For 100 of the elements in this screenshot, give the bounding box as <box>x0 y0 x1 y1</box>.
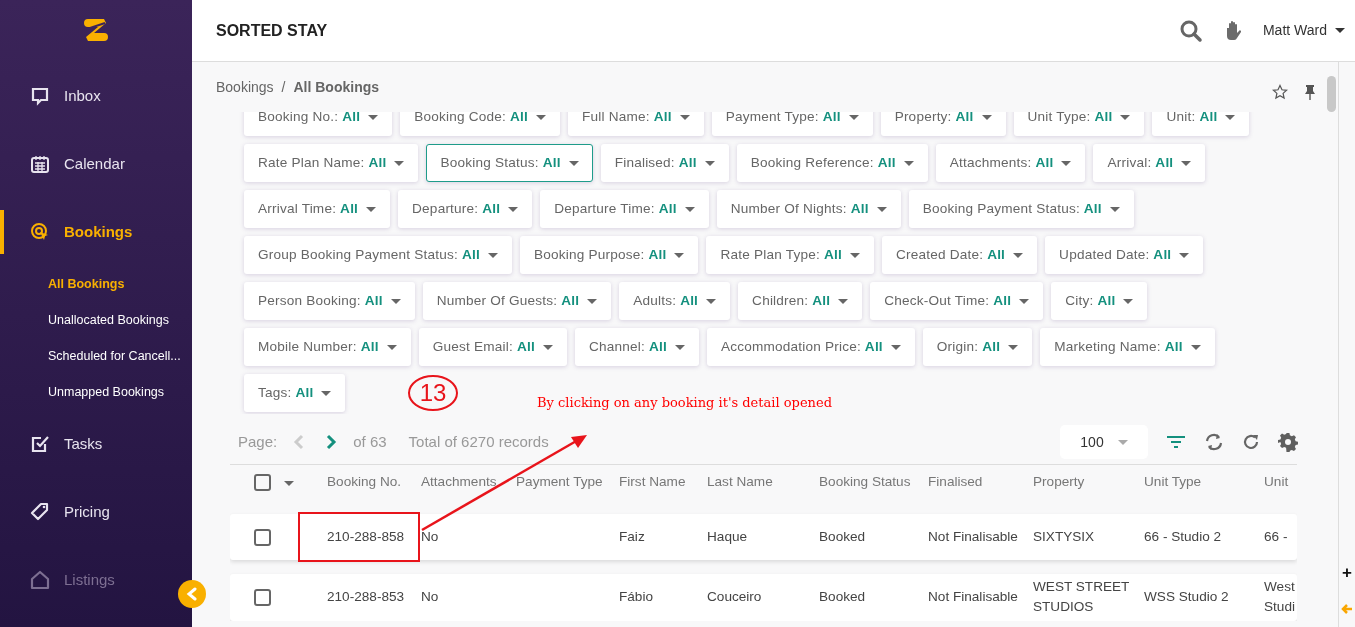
column-header[interactable]: Unit Type <box>1141 469 1261 496</box>
caret-icon[interactable] <box>284 481 294 487</box>
filter-dropdown[interactable]: Check-Out Time: All <box>870 282 1044 320</box>
filter-dropdown[interactable]: Updated Date: All <box>1045 236 1204 274</box>
tag-icon <box>30 502 50 522</box>
table-cell-text: No <box>420 527 440 546</box>
sidebar-item[interactable]: Calendar <box>0 130 192 198</box>
filter-icon[interactable] <box>1166 434 1186 450</box>
filter-dropdown[interactable]: Group Booking Payment Status: All <box>244 236 512 274</box>
column-header[interactable]: Booking Status <box>816 469 925 496</box>
table-cell-text: 66 - Studio 2 <box>1143 527 1223 546</box>
page-count: of 63 <box>353 431 387 452</box>
scrollbar[interactable] <box>1327 76 1336 112</box>
checkbox-icon <box>30 434 50 454</box>
refresh-icon[interactable] <box>1242 433 1260 451</box>
annotation-marker: 13 <box>408 375 458 411</box>
table-cell-text: Not Finalisable <box>927 527 1019 546</box>
filter-dropdown[interactable]: Number Of Guests: All <box>422 282 612 320</box>
filter-dropdown[interactable]: City: All <box>1051 282 1148 320</box>
row-checkbox[interactable] <box>254 528 271 546</box>
table-cell-text: Haque <box>706 527 749 546</box>
column-header[interactable]: Property <box>1030 469 1141 496</box>
filter-dropdown[interactable]: Booking Reference: All <box>736 144 928 182</box>
table-cell-text: Not Finalisable <box>927 588 1019 607</box>
annotation-note: By clicking on any booking it's detail opened <box>537 394 832 412</box>
sidebar-subitem[interactable]: All Bookings <box>0 266 192 302</box>
table-cell-text: Booked <box>818 588 867 607</box>
settings-icon[interactable] <box>1278 432 1298 452</box>
table-cell-text: WEST STREET STUDIOS <box>1032 578 1131 617</box>
filter-dropdown[interactable]: Booking Purpose: All <box>519 236 699 274</box>
filter-dropdown[interactable]: Arrival Time: All <box>244 190 391 228</box>
table-cell-text: 66 - <box>1263 527 1289 546</box>
filter-dropdown[interactable]: Children: All <box>738 282 863 320</box>
filter-dropdown[interactable]: Origin: All <box>922 328 1033 366</box>
row-checkbox[interactable] <box>254 588 271 606</box>
search-icon[interactable] <box>1178 18 1203 43</box>
filter-dropdown[interactable]: Mobile Number: All <box>244 328 411 366</box>
pin-icon[interactable] <box>1304 84 1316 100</box>
column-header[interactable]: Payment Type <box>513 469 616 496</box>
table-row[interactable]: 210-288-853 No Fábio Couceiro Booked Not Finalisable WEST STREET STUDIOS WSS Studio 2 West Studi <box>230 574 1297 621</box>
filter-dropdown[interactable]: Created Date: All <box>881 236 1038 274</box>
sync-icon[interactable] <box>1204 432 1224 452</box>
column-header[interactable]: Unit <box>1261 469 1297 496</box>
page-size-select[interactable]: 100 <box>1060 425 1148 459</box>
target-pointer-icon <box>30 222 50 242</box>
chat-bubble-icon <box>30 86 50 106</box>
table-cell-text: Fábio <box>618 588 654 607</box>
breadcrumb-current: All Bookings <box>293 77 380 97</box>
table-cell-text: WSS Studio 2 <box>1143 588 1230 607</box>
sidebar-subitem[interactable]: Unallocated Bookings <box>0 302 192 338</box>
table-cell-text: West Studi <box>1263 578 1296 617</box>
column-header[interactable]: Finalised <box>925 469 1030 496</box>
filter-dropdown[interactable]: Departure: All <box>398 190 533 228</box>
app-title: SORTED STAY <box>216 20 328 41</box>
sidebar-item[interactable]: Tasks <box>0 410 192 478</box>
filter-dropdown[interactable]: Booking Status: All <box>426 144 593 182</box>
filter-dropdown[interactable]: Arrival: All <box>1093 144 1206 182</box>
house-icon <box>30 570 50 590</box>
sidebar-subitem[interactable]: Scheduled for Cancell... <box>0 338 192 374</box>
table-cell-text: Booked <box>818 527 867 546</box>
page-label: Page: <box>238 431 278 452</box>
column-header[interactable]: First Name <box>616 469 704 496</box>
filter-dropdown[interactable]: Booking Payment Status: All <box>908 190 1134 228</box>
table-cell-text: SIXTYSIX <box>1032 527 1096 546</box>
filter-dropdown[interactable]: Rate Plan Name: All <box>244 144 419 182</box>
filter-dropdown[interactable]: Tags: All <box>244 374 346 412</box>
table-cell-text: Faiz <box>618 527 646 546</box>
sidebar-subitem[interactable]: Unmapped Bookings <box>0 374 192 410</box>
table-cell-text: No <box>420 588 440 607</box>
table-row[interactable]: 210-288-858 No Faiz Haque Booked Not Finalisable SIXTYSIX 66 - Studio 2 66 - <box>230 514 1297 560</box>
record-total: Total of 6270 records <box>408 431 549 452</box>
column-header[interactable]: Booking No. <box>324 469 418 496</box>
breadcrumb-link[interactable]: Bookings <box>216 76 274 98</box>
filter-dropdown[interactable]: Adults: All <box>619 282 731 320</box>
sidebar-item[interactable]: Pricing <box>0 478 192 546</box>
filter-dropdown[interactable]: Rate Plan Type: All <box>706 236 874 274</box>
sidebar-item[interactable]: Inbox <box>0 62 192 130</box>
filter-dropdown[interactable]: Attachments: All <box>935 144 1086 182</box>
filter-dropdown[interactable]: Accommodation Price: All <box>706 328 915 366</box>
chevron-right-icon[interactable] <box>325 434 338 450</box>
add-button[interactable]: + <box>1342 564 1352 581</box>
filter-dropdown[interactable]: Person Booking: All <box>244 282 415 320</box>
column-header[interactable]: Last Name <box>704 469 816 496</box>
column-header[interactable]: Attachments <box>418 469 513 496</box>
filter-dropdown[interactable]: Channel: All <box>574 328 699 366</box>
filter-dropdown[interactable]: Marketing Name: All <box>1040 328 1215 366</box>
calendar-icon <box>30 154 50 174</box>
sidebar-item[interactable]: Bookings <box>0 198 192 266</box>
star-icon[interactable] <box>1272 84 1288 100</box>
filter-dropdown[interactable]: Finalised: All <box>600 144 729 182</box>
table-cell-text: Couceiro <box>706 588 763 607</box>
filter-dropdown[interactable]: Guest Email: All <box>418 328 567 366</box>
filter-dropdown[interactable]: Departure Time: All <box>540 190 709 228</box>
collapse-button[interactable] <box>178 580 206 608</box>
hand-icon[interactable] <box>1224 19 1241 42</box>
filter-dropdown[interactable]: Number Of Nights: All <box>716 190 901 228</box>
breadcrumb-separator: / <box>281 77 286 97</box>
select-all-checkbox[interactable] <box>254 474 271 491</box>
table-cell: 210-288-858 <box>300 514 418 560</box>
user-menu[interactable]: Matt Ward <box>1262 20 1345 41</box>
